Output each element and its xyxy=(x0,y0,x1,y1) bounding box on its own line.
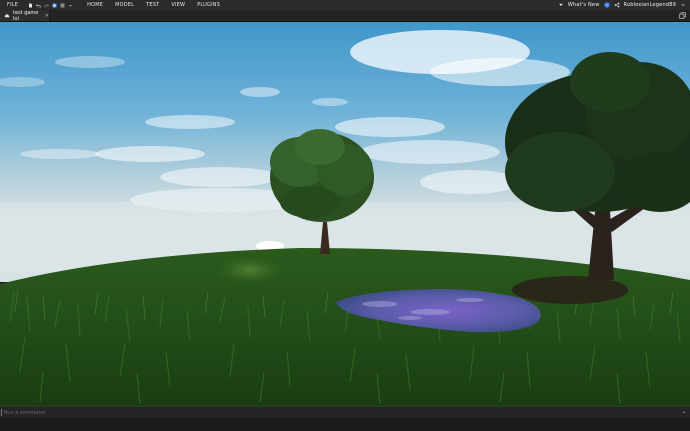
new-file-icon[interactable] xyxy=(28,3,33,8)
command-input[interactable] xyxy=(0,408,604,417)
light-grass-patch xyxy=(215,256,285,284)
scene-render[interactable] xyxy=(0,22,690,406)
help-icon[interactable]: ? xyxy=(603,2,610,8)
menu-view[interactable]: VIEW xyxy=(165,0,191,10)
tab-close-icon[interactable]: ✕ xyxy=(45,13,49,19)
file-menu[interactable]: FILE xyxy=(0,0,28,10)
status-bar xyxy=(0,418,690,431)
account-caret-icon[interactable] xyxy=(680,2,686,8)
svg-text:?: ? xyxy=(605,4,607,8)
tab-bar: test game lol ✕ xyxy=(0,10,690,22)
whats-new-link[interactable]: What's New xyxy=(568,2,600,8)
quick-toolbar xyxy=(28,3,73,8)
dropdown-icon[interactable] xyxy=(68,3,73,8)
cloud-icon xyxy=(4,13,10,19)
menu-test[interactable]: TEST xyxy=(140,0,165,10)
menu-right: What's New ? RobloxianLegend89 xyxy=(558,0,686,10)
command-bar-edge xyxy=(1,409,2,416)
expand-down-icon[interactable] xyxy=(558,2,564,8)
dirt-mound xyxy=(512,276,628,304)
command-bar xyxy=(0,406,690,418)
menu-model[interactable]: MODEL xyxy=(109,0,140,10)
publish-icon[interactable] xyxy=(52,3,57,8)
menu-home[interactable]: HOME xyxy=(81,0,109,10)
username-label[interactable]: RobloxianLegend89 xyxy=(624,2,677,8)
maximize-icon[interactable] xyxy=(679,12,686,19)
command-expand-icon[interactable] xyxy=(682,410,686,414)
redo-icon[interactable] xyxy=(44,3,50,8)
tab-test-game[interactable]: test game lol ✕ xyxy=(0,9,50,22)
grass-hill xyxy=(0,248,690,406)
menu-bar: FILE HOME MODEL TEST VIEW PLUGINS What's… xyxy=(0,0,690,10)
tab-label: test game lol xyxy=(13,9,39,22)
play-icon[interactable] xyxy=(60,3,65,8)
3d-viewport[interactable] xyxy=(0,22,690,406)
share-icon[interactable] xyxy=(614,2,620,8)
menu-plugins[interactable]: PLUGINS xyxy=(191,0,226,10)
undo-icon[interactable] xyxy=(36,3,41,8)
menu-left: FILE HOME MODEL TEST VIEW PLUGINS xyxy=(0,0,226,10)
